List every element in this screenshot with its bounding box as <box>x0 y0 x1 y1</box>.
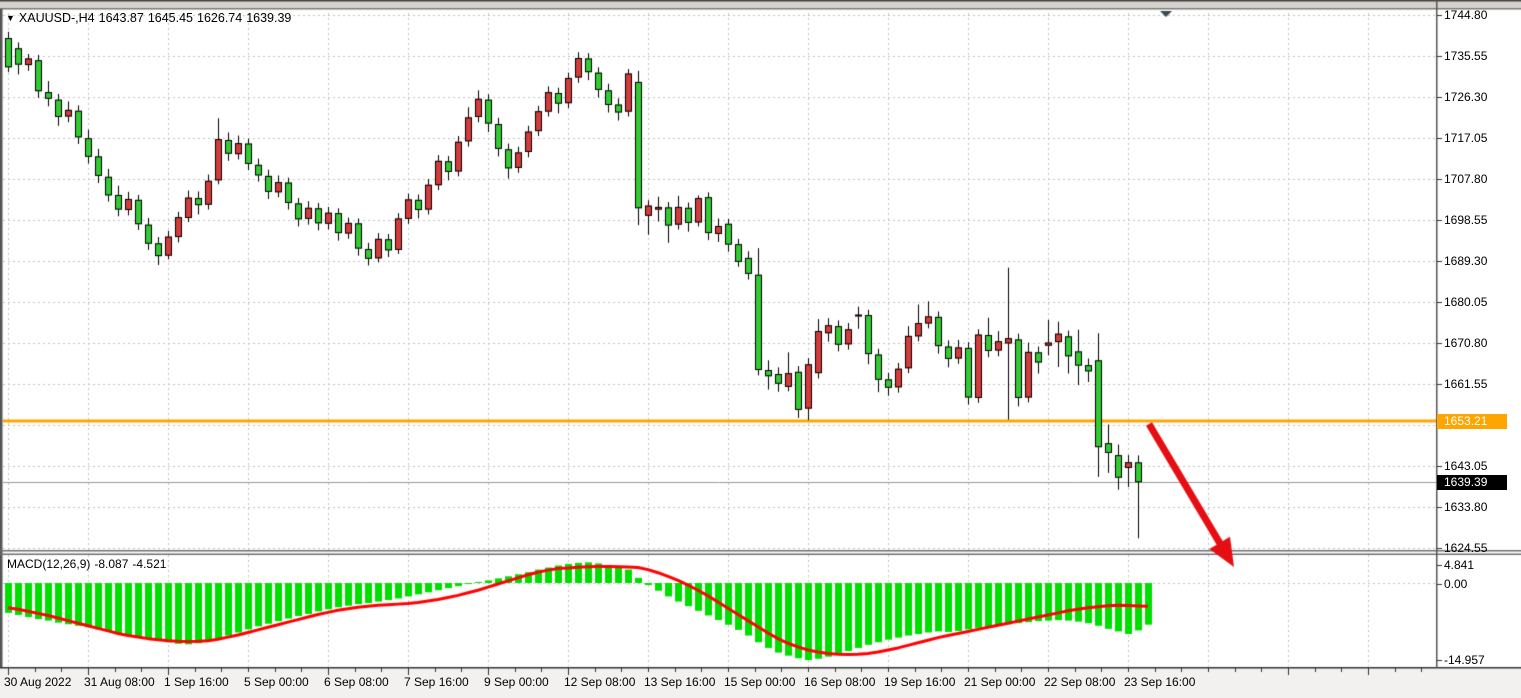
time-axis-label: 16 Sep 08:00 <box>804 675 875 689</box>
time-axis-label: 7 Sep 16:00 <box>404 675 469 689</box>
chart-window: ▼XAUUSD-,H41643.871645.451626.741639.39 … <box>0 0 1521 698</box>
quote-close: 1639.39 <box>246 11 291 25</box>
time-axis-label: 15 Sep 00:00 <box>724 675 795 689</box>
price-axis-label: 1643.05 <box>1444 459 1487 473</box>
quote-low: 1626.74 <box>197 11 242 25</box>
price-axis-label: 1680.05 <box>1444 295 1487 309</box>
price-axis-label: 1624.55 <box>1444 541 1487 555</box>
macd-indicator-label: MACD(12,26,9) -8.087 -4.521 <box>7 557 170 571</box>
symbol-quote-bar[interactable]: ▼ XAUUSD-,H4 1643.87 1645.45 1626.74 1639.39 <box>6 11 295 25</box>
price-axis-label: 1735.55 <box>1444 49 1487 63</box>
time-axis-label: 1 Sep 16:00 <box>164 675 229 689</box>
macd-value: -8.087 <box>94 557 128 571</box>
price-axis-label: 1633.80 <box>1444 500 1487 514</box>
time-axis-label: 21 Sep 00:00 <box>964 675 1035 689</box>
price-axis-label: 1670.80 <box>1444 336 1487 350</box>
macd-axis-label: -14.957 <box>1444 653 1485 667</box>
quote-open: 1643.87 <box>99 11 144 25</box>
time-axis-label: 5 Sep 00:00 <box>244 675 309 689</box>
price-axis-label: 1698.55 <box>1444 213 1487 227</box>
macd-signal-value: -4.521 <box>132 557 166 571</box>
time-axis-label: 30 Aug 2022 <box>4 675 71 689</box>
current-price-badge: 1639.39 <box>1437 475 1507 490</box>
price-axis-label: 1726.30 <box>1444 90 1487 104</box>
price-chart-canvas[interactable] <box>0 0 1521 698</box>
time-axis-label: 12 Sep 08:00 <box>564 675 635 689</box>
time-axis-label: 23 Sep 16:00 <box>1124 675 1195 689</box>
time-axis-label: 9 Sep 00:00 <box>484 675 549 689</box>
price-axis-label: 1707.80 <box>1444 172 1487 186</box>
time-axis-label: 13 Sep 16:00 <box>644 675 715 689</box>
macd-axis-label: 4.841 <box>1444 558 1474 572</box>
price-axis-label: 1744.80 <box>1444 8 1487 22</box>
quote-high: 1645.45 <box>148 11 193 25</box>
time-axis-label: 19 Sep 16:00 <box>884 675 955 689</box>
macd-axis-label: 0.00 <box>1444 577 1467 591</box>
macd-name: MACD(12,26,9) <box>7 557 90 571</box>
price-axis-label: 1689.30 <box>1444 254 1487 268</box>
price-axis-label: 1717.05 <box>1444 131 1487 145</box>
symbol-period-label: XAUUSD-,H4 <box>19 11 95 25</box>
time-axis-label: 22 Sep 08:00 <box>1044 675 1115 689</box>
hline-price-badge: 1653.21 <box>1437 414 1507 429</box>
time-axis-label: 31 Aug 08:00 <box>84 675 155 689</box>
time-axis-label: 6 Sep 08:00 <box>324 675 389 689</box>
chevron-down-icon[interactable]: ▼ <box>6 13 15 23</box>
price-axis-label: 1661.55 <box>1444 377 1487 391</box>
